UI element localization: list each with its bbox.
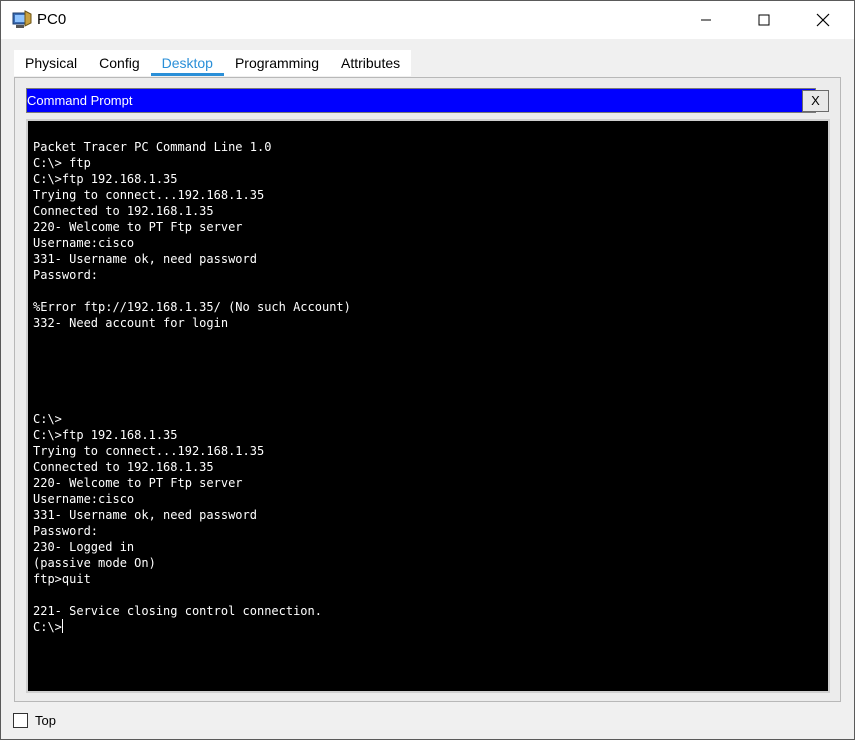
top-checkbox[interactable] [13,712,28,728]
close-icon [816,13,830,27]
terminal-line: Password: [33,268,99,282]
terminal-line: Connected to 192.168.1.35 [33,460,214,474]
text-cursor [61,619,63,633]
terminal-line: 331- Username ok, need password [33,252,257,266]
terminal-line: Packet Tracer PC Command Line 1.0 [33,140,272,154]
desktop-panel: Command Prompt X Packet Tracer PC Comman… [14,77,841,702]
tab-attributes[interactable]: Attributes [330,50,411,76]
terminal-line: Username:cisco [33,492,135,506]
tab-config[interactable]: Config [88,50,150,76]
terminal-line: Password: [33,524,99,538]
pc0-window: PC0 Physical Config Desktop Programming … [0,0,855,740]
maximize-button[interactable] [735,1,793,39]
tab-programming[interactable]: Programming [224,50,330,76]
terminal-line: Connected to 192.168.1.35 [33,204,214,218]
bottom-bar: Top [13,711,56,729]
terminal-text: Packet Tracer PC Command Line 1.0 C:\> f… [33,139,351,635]
title-bar[interactable]: PC0 [1,1,854,39]
terminal-line: C:\>ftp 192.168.1.35 [33,172,178,186]
terminal-output[interactable]: Packet Tracer PC Command Line 1.0 C:\> f… [26,119,830,693]
terminal-line: 332- Need account for login [33,316,229,330]
terminal-prompt: C:\> [33,620,62,634]
terminal-line: 220- Welcome to PT Ftp server [33,476,243,490]
top-checkbox-label: Top [35,712,56,728]
terminal-line: Trying to connect...192.168.1.35 [33,444,265,458]
terminal-line: C:\> ftp [33,156,91,170]
tab-physical[interactable]: Physical [14,50,88,76]
minimize-button[interactable] [677,1,735,39]
pc-app-icon [12,10,32,28]
terminal-line: 230- Logged in [33,540,135,554]
terminal-line: 220- Welcome to PT Ftp server [33,220,243,234]
terminal-line: C:\> [33,412,62,426]
minimize-icon [701,19,711,21]
window-title: PC0 [37,11,67,28]
terminal-line: 331- Username ok, need password [33,508,257,522]
command-prompt-title: Command Prompt [27,93,133,108]
tab-bar: Physical Config Desktop Programming Attr… [14,50,412,76]
terminal-line: 221- Service closing control connection. [33,604,322,618]
terminal-line: Trying to connect...192.168.1.35 [33,188,265,202]
terminal-line: (passive mode On) [33,556,156,570]
maximize-icon [758,14,770,26]
command-prompt-close-button[interactable]: X [802,90,829,112]
command-prompt-header: Command Prompt X [26,88,829,113]
terminal-lines: Packet Tracer PC Command Line 1.0 C:\> f… [33,140,351,618]
terminal-line: %Error ftp://192.168.1.35/ (No such Acco… [33,300,351,314]
close-button[interactable] [794,1,852,39]
terminal-line: C:\>ftp 192.168.1.35 [33,428,178,442]
tab-desktop[interactable]: Desktop [150,50,224,76]
terminal-line: Username:cisco [33,236,135,250]
terminal-line: ftp>quit [33,572,91,586]
